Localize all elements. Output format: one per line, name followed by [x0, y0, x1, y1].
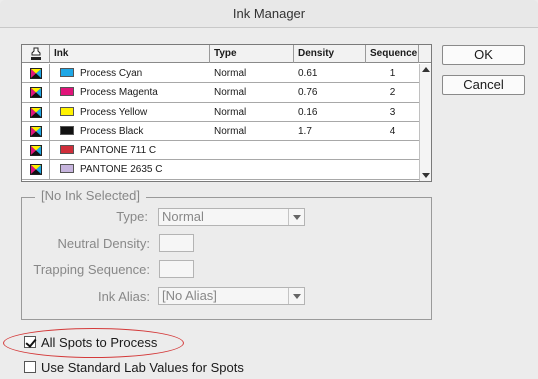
all-spots-to-process-label[interactable]: All Spots to Process: [41, 336, 157, 350]
process-ink-icon[interactable]: [22, 121, 50, 141]
use-standard-lab-checkbox[interactable]: [24, 361, 36, 373]
ink-alias-label: Ink Alias:: [97, 289, 150, 304]
ink-alias-select[interactable]: [No Alias]: [158, 287, 305, 305]
ink-swatch: [60, 87, 74, 97]
ink-name: Process Magenta: [80, 87, 158, 99]
ink-swatch: [60, 106, 74, 116]
ink-type-icon: [30, 68, 42, 79]
ink-type-cell: [210, 160, 294, 179]
ink-swatch: [60, 125, 74, 135]
all-spots-to-process-checkbox[interactable]: [24, 336, 36, 348]
column-header-type[interactable]: Type: [210, 45, 294, 63]
chevron-down-icon: [288, 209, 304, 225]
ink-row[interactable]: Process Yellow Normal 0.16 3: [22, 102, 419, 122]
ink-row[interactable]: Process Black Normal 1.7 4: [22, 121, 419, 142]
ink-sequence-cell: 2: [389, 87, 396, 99]
neutral-density-field[interactable]: [159, 234, 194, 252]
trapping-sequence-label: Trapping Sequence:: [33, 262, 150, 277]
ink-name-cell: Process Yellow: [50, 103, 210, 122]
ink-rows: Process Cyan Normal 0.61 1 Process Magenta No…: [22, 64, 419, 180]
ink-name-cell: Process Magenta: [50, 83, 210, 102]
cancel-button[interactable]: Cancel: [442, 75, 525, 95]
ink-row[interactable]: PANTONE 2635 C: [22, 160, 419, 180]
type-select[interactable]: Normal: [158, 208, 305, 226]
ink-density-cell: 1.7: [298, 125, 312, 137]
ink-table-header: Ink Type Density Sequence: [22, 45, 431, 63]
ink-type-icon: [30, 106, 42, 118]
process-ink-icon[interactable]: [22, 102, 50, 122]
ink-sequence-cell: 3: [389, 106, 396, 118]
column-header-ink[interactable]: Ink: [50, 45, 210, 63]
ink-swatch: [60, 145, 74, 155]
ink-type-icon: [30, 125, 42, 137]
spot-ink-icon[interactable]: [22, 141, 50, 161]
ok-button[interactable]: OK: [442, 45, 525, 65]
ink-type-cell: Normal: [214, 68, 247, 79]
group-title: [No Ink Selected]: [35, 188, 146, 204]
type-label: Type:: [116, 209, 148, 224]
ink-swatch: [60, 68, 74, 77]
ink-name: PANTONE 711 C: [80, 145, 157, 157]
scroll-down-arrow-icon[interactable]: [422, 173, 430, 178]
ink-type-column-icon[interactable]: [22, 45, 50, 63]
ink-row[interactable]: Process Cyan Normal 0.61 1: [22, 64, 419, 84]
type-select-value: Normal: [162, 209, 204, 224]
ink-swatch: [60, 164, 74, 174]
ink-type-icon: [30, 145, 42, 157]
ink-sequence-cell: 4: [389, 125, 396, 137]
ink-name-cell: PANTONE 711 C: [50, 141, 210, 160]
ink-table: Ink Type Density Sequence Process Cyan No…: [21, 44, 432, 182]
ink-name-cell: Process Cyan: [50, 64, 210, 83]
use-standard-lab-label[interactable]: Use Standard Lab Values for Spots: [41, 361, 244, 375]
column-header-density[interactable]: Density: [294, 45, 366, 63]
scroll-up-arrow-icon[interactable]: [422, 67, 430, 72]
column-header-sequence[interactable]: Sequence: [366, 45, 419, 63]
ink-name: Process Black: [80, 125, 144, 137]
ink-name: Process Yellow: [80, 106, 148, 118]
ink-type-cell: Normal: [214, 106, 247, 118]
spot-ink-icon[interactable]: [22, 160, 50, 180]
ink-name-cell: Process Black: [50, 122, 210, 141]
ink-density-cell: 0.16: [298, 106, 318, 118]
process-ink-icon[interactable]: [22, 64, 50, 83]
ink-type-icon: [30, 164, 42, 176]
ink-name-cell: PANTONE 2635 C: [50, 160, 210, 179]
ink-density-cell: 0.61: [298, 68, 318, 79]
ink-name: Process Cyan: [80, 68, 143, 79]
ink-type-icon: [30, 87, 42, 99]
chevron-down-icon: [288, 288, 304, 304]
ink-sequence-cell: [366, 160, 419, 179]
ink-sequence-cell: [366, 141, 419, 160]
ink-type-cell: Normal: [214, 87, 247, 99]
ink-row[interactable]: PANTONE 711 C: [22, 141, 419, 161]
window-title: Ink Manager: [0, 0, 538, 28]
ink-alias-select-value: [No Alias]: [162, 288, 217, 303]
ink-sequence-cell: 1: [389, 68, 396, 79]
ink-type-cell: [210, 141, 294, 160]
ink-density-cell: [294, 141, 366, 160]
vertical-scrollbar[interactable]: [419, 64, 431, 181]
ink-name: PANTONE 2635 C: [80, 164, 163, 176]
ink-row[interactable]: Process Magenta Normal 0.76 2: [22, 83, 419, 103]
process-ink-icon[interactable]: [22, 83, 50, 103]
ink-density-cell: [294, 160, 366, 179]
neutral-density-label: Neutral Density:: [57, 236, 150, 251]
ink-type-cell: Normal: [214, 125, 247, 137]
ink-density-cell: 0.76: [298, 87, 318, 99]
trapping-sequence-field[interactable]: [159, 260, 194, 278]
